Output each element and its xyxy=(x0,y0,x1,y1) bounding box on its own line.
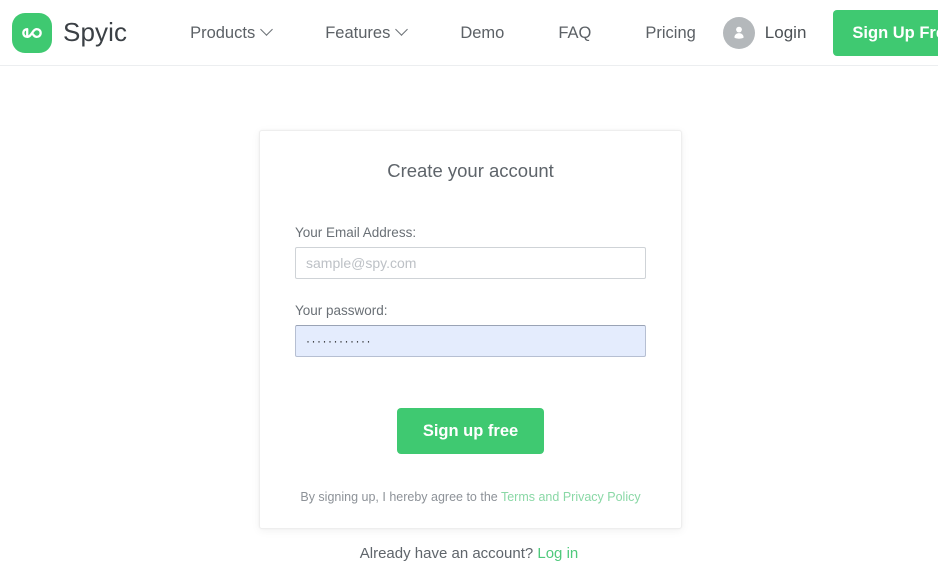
signup-submit-button[interactable]: Sign up free xyxy=(396,408,545,454)
page-main: Create your account Your Email Address: … xyxy=(0,66,938,579)
nav-item-products[interactable]: Products xyxy=(163,0,298,66)
login-text-link[interactable]: Log in xyxy=(537,545,578,562)
page-title: Create your account xyxy=(387,160,554,181)
password-input[interactable] xyxy=(295,325,646,357)
password-field-label: Your password: xyxy=(295,303,388,318)
site-header: Spyic Products Features Demo FAQ Pricing xyxy=(0,0,938,70)
nav-item-demo[interactable]: Demo xyxy=(433,0,531,66)
nav-item-label: FAQ xyxy=(558,23,592,42)
existing-account-row: Already have an account? Log in xyxy=(0,545,938,562)
password-field-group: Your password: xyxy=(260,303,681,357)
nav-item-features[interactable]: Features xyxy=(298,0,433,66)
nav-item-faq[interactable]: FAQ xyxy=(531,0,618,66)
header-actions: Login Sign Up Free xyxy=(722,9,938,56)
signup-free-button[interactable]: Sign Up Free xyxy=(833,9,938,56)
nav-item-label: Demo xyxy=(460,23,505,42)
nav-item-label: Products xyxy=(190,23,256,42)
nav-item-label: Pricing xyxy=(645,23,696,42)
signup-card: Create your account Your Email Address: … xyxy=(259,130,682,529)
email-field-label: Your Email Address: xyxy=(295,225,417,240)
email-input[interactable] xyxy=(295,247,646,279)
brand-logo-link[interactable]: Spyic xyxy=(12,12,128,53)
infinity-icon xyxy=(12,12,52,53)
login-label: Login xyxy=(764,22,807,42)
nav-item-pricing[interactable]: Pricing xyxy=(618,0,722,66)
chevron-down-icon xyxy=(260,23,274,36)
chevron-down-icon xyxy=(395,23,409,36)
login-link[interactable]: Login xyxy=(722,16,807,49)
email-field-group: Your Email Address: xyxy=(260,225,681,279)
nav-item-label: Features xyxy=(325,23,391,42)
terms-privacy-link[interactable]: Terms and Privacy Policy xyxy=(501,490,641,504)
terms-text: By signing up, I hereby agree to the xyxy=(300,490,501,504)
main-navigation: Products Features Demo FAQ Pricing xyxy=(163,0,723,66)
existing-account-text: Already have an account? xyxy=(359,545,538,562)
brand-name: Spyic xyxy=(63,17,128,47)
submit-row: Sign up free xyxy=(260,408,681,454)
terms-notice: By signing up, I hereby agree to the Ter… xyxy=(260,490,681,504)
user-avatar-icon xyxy=(722,16,755,49)
